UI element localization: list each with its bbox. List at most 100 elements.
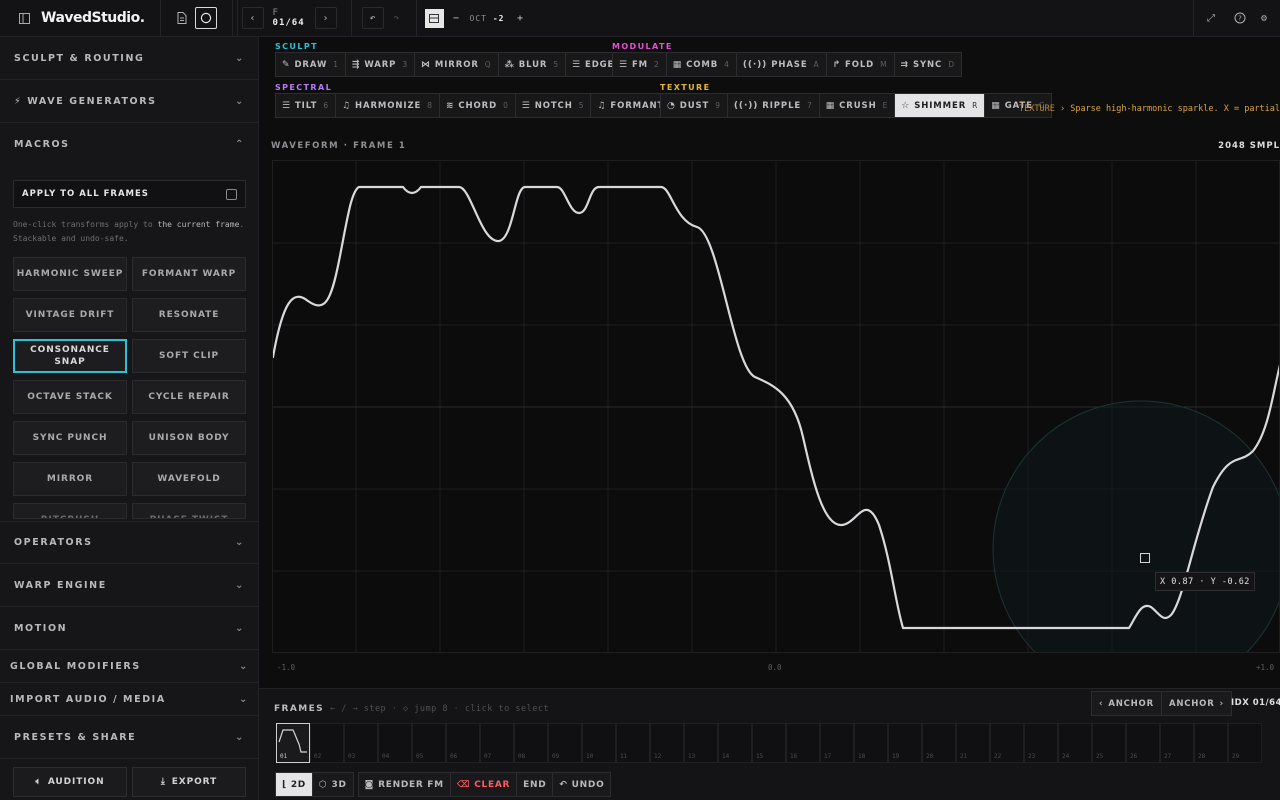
frame-thumb[interactable]: 14 [718, 723, 752, 763]
tool-chord-button[interactable]: ≋ CHORD 0 [440, 94, 516, 117]
tool-draw-button[interactable]: ✎ DRAW 1 [276, 53, 346, 76]
end-button[interactable]: END [517, 773, 554, 796]
macro-phase-twist-button[interactable]: PHASE TWIST [132, 503, 246, 519]
macro-mirror-button[interactable]: MIRROR [13, 462, 127, 496]
frame-thumb[interactable]: 09 [548, 723, 582, 763]
tool-blur-button[interactable]: ⁂ BLUR 5 [499, 53, 567, 76]
frame-thumb[interactable]: 29 [1228, 723, 1262, 763]
frame-thumb[interactable]: 13 [684, 723, 718, 763]
undo-button[interactable]: ↶ [361, 7, 384, 29]
new-file-button[interactable] [171, 7, 193, 29]
chevron-down-icon: ⌄ [235, 731, 245, 743]
octave-down-button[interactable]: − [447, 9, 466, 28]
frame-thumb[interactable]: 11 [616, 723, 650, 763]
apply-to-all-frames-toggle[interactable]: APPLY TO ALL FRAMES [13, 180, 246, 208]
frame-thumb[interactable]: 23 [1024, 723, 1058, 763]
section-presets-share[interactable]: PRESETS & SHARE ⌄ [0, 716, 259, 759]
macro-wavefold-button[interactable]: WAVEFOLD [132, 462, 246, 496]
mode-2d-button[interactable]: ⌊ 2D [276, 773, 313, 796]
tool-warp-button[interactable]: ⇶ WARP 3 [346, 53, 415, 76]
frame-thumb[interactable]: 04 [378, 723, 412, 763]
sidebar-toggle-icon[interactable] [13, 7, 35, 29]
frame-thumb[interactable]: 21 [956, 723, 990, 763]
section-wave-generators[interactable]: ⚡ WAVE GENERATORS ⌄ [0, 80, 259, 123]
clear-button[interactable]: ⌫ CLEAR [451, 773, 518, 796]
macro-bitcrush-button[interactable]: BITCRUSH [13, 503, 127, 519]
tool-phase-button[interactable]: ((·)) PHASE A [737, 53, 827, 76]
export-button[interactable]: ⤓ EXPORT [132, 767, 246, 797]
frame-thumb[interactable]: 10 [582, 723, 616, 763]
mode-3d-button[interactable]: ⬡ 3D [313, 773, 353, 796]
frame-thumb[interactable]: 25 [1092, 723, 1126, 763]
tool-ripple-button[interactable]: ((·)) RIPPLE 7 [728, 94, 820, 117]
tool-mirror-button[interactable]: ⋈ MIRROR Q [415, 53, 499, 76]
frame-thumb[interactable]: 17 [820, 723, 854, 763]
settings-button[interactable]: ⚙ [1253, 7, 1275, 29]
tool-harmonize-button[interactable]: ♫ HARMONIZE 8 [336, 94, 440, 117]
section-warp-engine[interactable]: WARP ENGINE ⌄ [0, 564, 259, 607]
frame-thumb[interactable]: 27 [1160, 723, 1194, 763]
frame-thumb[interactable]: 06 [446, 723, 480, 763]
help-button[interactable]: ? [1229, 7, 1251, 29]
section-sculpt-routing[interactable]: SCULPT & ROUTING ⌄ [0, 37, 259, 80]
macro-octave-stack-button[interactable]: OCTAVE STACK [13, 380, 127, 414]
frame-strip: 01 02 03 04 05 06 07 08 09 10 11 12 13 14 15 16 17 18 19 20… [276, 723, 1262, 763]
keyboard-toggle-button[interactable] [424, 8, 444, 28]
render-fm-button[interactable]: ◙ RENDER FM [359, 773, 451, 796]
octave-up-button[interactable]: + [510, 9, 529, 28]
checkbox[interactable] [226, 188, 237, 200]
prev-frame-button[interactable]: ‹ [241, 7, 264, 29]
audition-button[interactable]: 🔈︎ AUDITION [13, 767, 127, 797]
frame-thumb[interactable]: 26 [1126, 723, 1160, 763]
waveform-canvas[interactable] [272, 160, 1280, 653]
tool-sync-button[interactable]: ⇉ SYNC D [895, 53, 961, 76]
macro-resonate-button[interactable]: RESONATE [132, 298, 246, 332]
tool-tilt-button[interactable]: ☰ TILT 6 [276, 94, 337, 117]
macro-unison-body-button[interactable]: UNISON BODY [132, 421, 246, 455]
frame-thumb[interactable]: 07 [480, 723, 514, 763]
macro-consonance-snap-button[interactable]: CONSONANCE SNAP [13, 339, 127, 373]
macro-harmonic-sweep-button[interactable]: HARMONIC SWEEP [13, 257, 127, 291]
frame-thumb-wave [278, 729, 307, 753]
fullscreen-button[interactable]: ⤢ [1200, 7, 1222, 29]
anchor-next-button[interactable]: ANCHOR › [1162, 692, 1231, 715]
section-operators[interactable]: OPERATORS ⌄ [0, 521, 259, 564]
tool-crush-button[interactable]: ▦ CRUSH E [820, 94, 896, 117]
section-global-modifiers[interactable]: GLOBAL MODIFIERS ⌄ [0, 650, 259, 683]
frame-thumb[interactable]: 15 [752, 723, 786, 763]
section-motion[interactable]: MOTION ⌄ [0, 607, 259, 650]
next-frame-button[interactable]: › [314, 7, 337, 29]
frame-thumb[interactable]: 20 [922, 723, 956, 763]
tool-dust-button[interactable]: ◔ DUST 9 [661, 94, 728, 117]
frame-thumb[interactable]: 02 [310, 723, 344, 763]
macro-formant-warp-button[interactable]: FORMANT WARP [132, 257, 246, 291]
macro-vintage-drift-button[interactable]: VINTAGE DRIFT [13, 298, 127, 332]
macro-cycle-repair-button[interactable]: CYCLE REPAIR [132, 380, 246, 414]
section-import-audio-media[interactable]: IMPORT AUDIO / MEDIA ⌄ [0, 683, 259, 716]
frame-thumb[interactable]: 16 [786, 723, 820, 763]
frame-thumb[interactable]: 22 [990, 723, 1024, 763]
shortcut-key: E [882, 101, 889, 110]
frame-thumb[interactable]: 05 [412, 723, 446, 763]
frame-thumb[interactable]: 19 [888, 723, 922, 763]
macro-soft-clip-button[interactable]: SOFT CLIP [132, 339, 246, 373]
frame-thumb[interactable]: 01 [276, 723, 310, 763]
frame-thumb[interactable]: 03 [344, 723, 378, 763]
frame-thumb[interactable]: 18 [854, 723, 888, 763]
tool-notch-button[interactable]: ☰ NOTCH 5 [516, 94, 592, 117]
undo-bottom-button[interactable]: ↶ UNDO [553, 773, 610, 796]
section-macros[interactable]: MACROS ⌃ [0, 123, 259, 166]
circle-mode-button[interactable] [194, 7, 217, 29]
frame-thumb[interactable]: 28 [1194, 723, 1228, 763]
frame-thumb[interactable]: 08 [514, 723, 548, 763]
anchor-prev-button[interactable]: ‹ ANCHOR [1092, 692, 1162, 715]
redo-button[interactable]: ↷ [386, 7, 408, 29]
macro-sync-punch-button[interactable]: SYNC PUNCH [13, 421, 127, 455]
tool-comb-button[interactable]: ▦ COMB 4 [667, 53, 737, 76]
frame-thumb[interactable]: 24 [1058, 723, 1092, 763]
tool-fm-button[interactable]: ☰ FM 2 [613, 53, 667, 76]
tool-fold-button[interactable]: ↱ FOLD M [827, 53, 895, 76]
tool-shimmer-button[interactable]: ☆ SHIMMER R [895, 94, 986, 117]
tool-label: RIPPLE [762, 100, 802, 111]
frame-thumb[interactable]: 12 [650, 723, 684, 763]
